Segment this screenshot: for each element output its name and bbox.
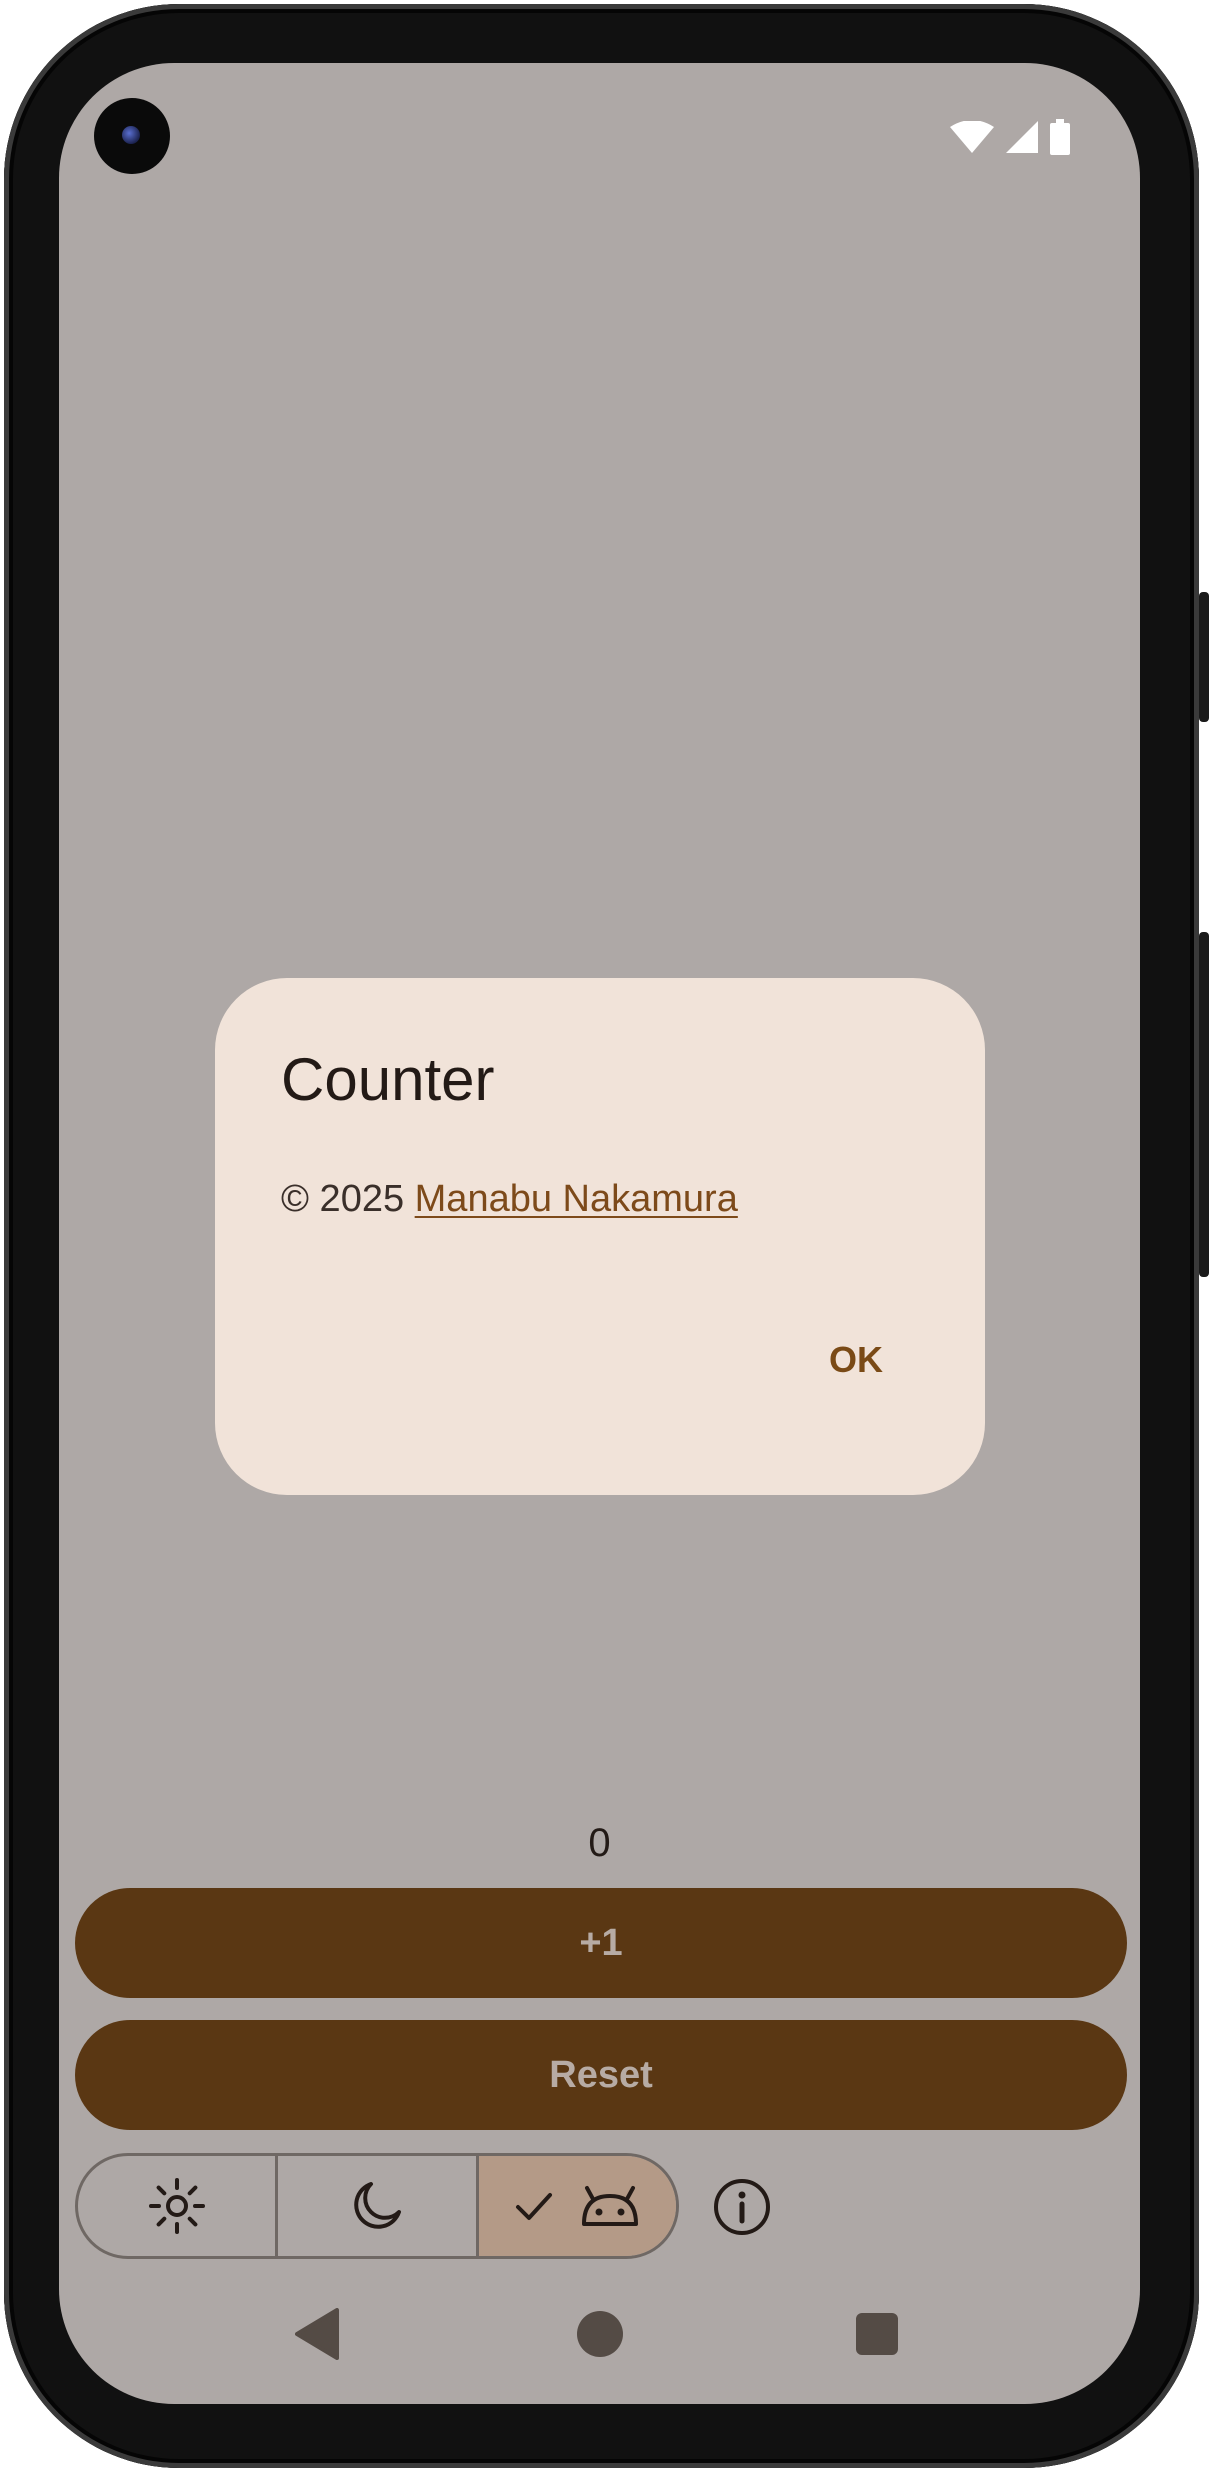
camera-lens [122,126,140,144]
counter-value: 0 [588,1821,611,1865]
dialog-title: Counter [281,1046,495,1113]
navigation-bar [59,2303,1140,2363]
back-icon[interactable] [295,2308,339,2360]
author-link[interactable]: Manabu Nakamura [415,1178,738,1220]
phone-device: Counter © 2025 Manabu Nakamura OK 0 +1 R… [0,0,1211,2474]
wifi-icon [950,121,994,153]
theme-system-option[interactable] [475,2156,676,2256]
battery-icon [1050,119,1070,155]
theme-selector [75,2153,679,2259]
copyright-text: © 2025 [281,1178,415,1220]
reset-button[interactable]: Reset [75,2020,1127,2130]
increment-button[interactable]: +1 [75,1888,1127,1998]
volume-button [1199,932,1209,1277]
info-icon [714,2179,770,2235]
home-icon[interactable] [577,2311,623,2357]
info-button[interactable] [712,2177,772,2237]
ok-button[interactable]: OK [829,1342,883,1378]
check-icon [516,2193,553,2220]
recents-icon[interactable] [856,2313,898,2355]
about-dialog: Counter © 2025 Manabu Nakamura OK [215,978,985,1495]
theme-dark-option[interactable] [275,2156,475,2256]
moon-icon [354,2182,401,2229]
front-camera [94,98,170,174]
power-button [1199,592,1209,722]
status-bar-icons [950,117,1070,157]
dialog-copyright: © 2025 Manabu Nakamura [281,1180,738,1218]
sun-icon [148,2178,205,2234]
screen: Counter © 2025 Manabu Nakamura OK 0 +1 R… [59,63,1140,2404]
theme-light-option[interactable] [78,2156,275,2256]
android-icon [582,2186,639,2226]
cellular-signal-icon [1006,121,1038,153]
